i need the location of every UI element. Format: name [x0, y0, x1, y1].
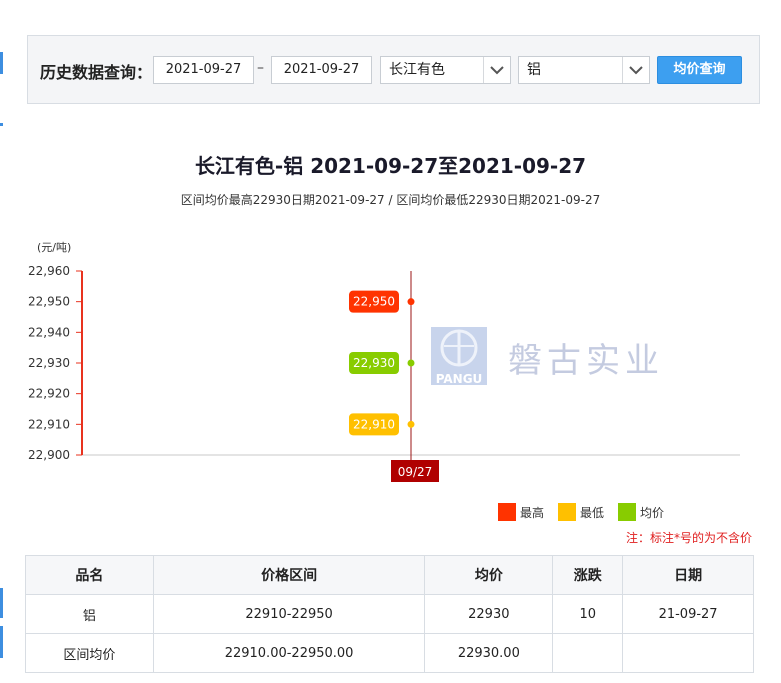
table-cell: [622, 633, 754, 673]
metal-select-value: 铝: [527, 62, 541, 78]
table-header: 均价: [424, 555, 554, 595]
table-cell: [552, 633, 624, 673]
table-cell: 22930.00: [424, 633, 554, 673]
legend-item-average[interactable]: 均价: [618, 503, 664, 521]
y-tick-label: 22,950: [28, 295, 70, 309]
tax-note: 注：标注*号的为不含价: [625, 531, 752, 545]
y-tick-label: 22,930: [28, 356, 70, 370]
price-table: 品名 价格区间 均价 涨跌 日期 铝 22910-22950 22930 10 …: [25, 555, 754, 673]
legend-label: 最低: [580, 505, 605, 520]
history-query-panel: 历史数据查询： 2021-09-27 – 2021-09-27 长江有色 铝 均…: [27, 35, 760, 104]
data-point: [407, 298, 415, 306]
table-cell: 22930: [424, 594, 554, 634]
legend-label: 均价: [640, 505, 665, 520]
average-price-query-button[interactable]: 均价查询: [657, 56, 742, 84]
chart-subtitle: 区间均价最高22930日期2021-09-27 / 区间均价最低22930日期2…: [180, 193, 601, 207]
legend-item-high[interactable]: 最高: [498, 503, 544, 521]
table-row: 铝 22910-22950 22930 10 21-09-27: [25, 594, 754, 634]
chevron-down-icon[interactable]: [622, 57, 649, 83]
metal-select[interactable]: 铝: [518, 56, 650, 84]
table-header-row: 品名 价格区间 均价 涨跌 日期: [25, 555, 754, 595]
table-header: 价格区间: [152, 555, 426, 595]
legend-swatch: [558, 503, 576, 521]
data-label: 22,930: [353, 356, 395, 370]
table-cell: 10: [552, 594, 624, 634]
watermark-text: 磐古实业: [508, 341, 664, 381]
table-header: 品名: [25, 555, 154, 595]
y-axis-unit: (元/吨): [37, 241, 71, 254]
legend-label: 最高: [520, 505, 545, 520]
table-cell: 区间均价: [25, 633, 154, 673]
table-row: 区间均价 22910.00-22950.00 22930.00: [25, 633, 754, 673]
table-cell: 22910-22950: [152, 594, 426, 634]
x-category-label: 09/27: [398, 465, 433, 479]
pangu-watermark: PANGU 磐古实业: [431, 327, 664, 386]
y-tick-label: 22,960: [28, 264, 70, 278]
y-tick-label: 22,900: [28, 448, 70, 462]
table-header: 日期: [622, 555, 754, 595]
data-point: [407, 359, 415, 367]
price-chart: (元/吨) 22,960 22,950 22,940 22,930 22,920 22,91…: [28, 241, 740, 482]
watermark-brand: PANGU: [436, 372, 483, 386]
table-cell: 铝: [25, 594, 154, 634]
table-header: 涨跌: [552, 555, 624, 595]
legend-swatch: [618, 503, 636, 521]
date-range-dash: –: [257, 60, 264, 76]
start-date-input[interactable]: 2021-09-27: [153, 56, 254, 84]
query-label: 历史数据查询：: [40, 63, 153, 82]
end-date-input[interactable]: 2021-09-27: [271, 56, 372, 84]
data-point: [407, 420, 415, 428]
legend-item-low[interactable]: 最低: [558, 503, 604, 521]
y-tick-label: 22,920: [28, 387, 70, 401]
market-select-value: 长江有色: [389, 62, 445, 78]
data-label: 22,910: [353, 417, 395, 431]
table-cell: 21-09-27: [622, 594, 754, 634]
chevron-down-icon[interactable]: [483, 57, 510, 83]
chart-title: 长江有色-铝 2021-09-27至2021-09-27: [194, 154, 587, 178]
market-select[interactable]: 长江有色: [380, 56, 511, 84]
legend-swatch: [498, 503, 516, 521]
table-cell: 22910.00-22950.00: [152, 633, 426, 673]
data-label: 22,950: [353, 295, 395, 309]
y-tick-label: 22,940: [28, 325, 70, 339]
y-tick-label: 22,910: [28, 417, 70, 431]
